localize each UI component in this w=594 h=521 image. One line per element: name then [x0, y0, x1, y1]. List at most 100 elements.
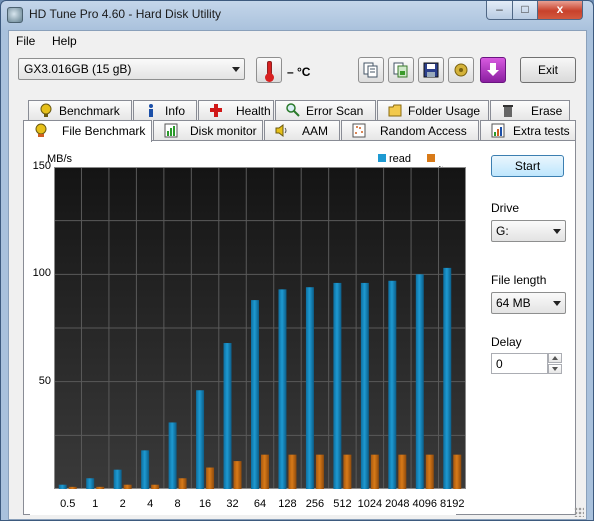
x-tick-label: 8 [174, 498, 181, 510]
bar-read [360, 282, 369, 489]
temperature-button[interactable] [256, 57, 282, 83]
close-button[interactable]: x [537, 1, 583, 20]
delay-input[interactable]: 0 [491, 353, 548, 374]
tab-health[interactable]: Health [198, 100, 274, 120]
bar-write [288, 454, 297, 489]
tab-benchmark-label: Benchmark [59, 104, 120, 118]
download-button[interactable] [480, 57, 506, 83]
bar-read [58, 484, 67, 489]
minimize-button[interactable]: – [486, 1, 513, 20]
bar-write [96, 486, 105, 489]
start-button[interactable]: Start [491, 155, 564, 177]
delay-decrement-button[interactable] [548, 364, 562, 374]
legend-read: read [378, 153, 411, 165]
x-tick-label: 512 [333, 498, 352, 510]
tab-info[interactable]: Info [133, 100, 197, 120]
file-length-label: File length [491, 273, 547, 287]
bar-write [425, 454, 434, 489]
client-area: File Help GX3.016GB (15 gB) – °C Exit Be… [8, 30, 587, 520]
delay-increment-button[interactable] [548, 353, 562, 363]
bar-read [278, 289, 287, 489]
extra-tests-icon [491, 123, 505, 138]
legend-write-swatch [427, 154, 435, 162]
tab-extra-tests-label: Extra tests [513, 124, 570, 138]
x-tick-label: 128 [278, 498, 297, 510]
menu-help[interactable]: Help [52, 34, 77, 48]
erase-icon [503, 105, 513, 117]
bar-read [415, 274, 424, 489]
tab-error-scan[interactable]: Error Scan [275, 100, 376, 120]
bar-read [251, 300, 259, 489]
aam-icon [275, 124, 287, 137]
bar-read [141, 450, 150, 489]
tab-health-label: Health [236, 104, 271, 118]
temperature-readout: – °C [287, 65, 311, 79]
options-button[interactable] [448, 57, 474, 83]
file-benchmark-icon [35, 123, 47, 137]
tab-disk-monitor[interactable]: Disk monitor [153, 120, 263, 140]
tab-folder-usage[interactable]: Folder Usage [377, 100, 489, 120]
tab-aam[interactable]: AAM [264, 120, 340, 140]
menu-bar: File Help [9, 31, 586, 51]
bar-write [315, 454, 324, 489]
menu-file[interactable]: File [16, 34, 35, 48]
legend-read-label: read [389, 153, 412, 165]
tab-random-access[interactable]: Random Access [341, 120, 479, 140]
thermometer-bulb [265, 73, 274, 82]
tab-file-benchmark[interactable]: File Benchmark [23, 120, 152, 142]
info-icon [149, 104, 153, 117]
tab-erase[interactable]: Erase [490, 100, 570, 120]
x-tick-label: 2048 [385, 498, 410, 510]
title-bar[interactable]: HD Tune Pro 4.60 - Hard Disk Utility – □… [1, 1, 593, 29]
x-tick-label: 4096 [412, 498, 438, 510]
x-tick-label: 1 [92, 498, 99, 510]
bar-read [443, 267, 452, 489]
bar-write [343, 454, 352, 489]
tab-extra-tests[interactable]: Extra tests [480, 120, 576, 140]
x-tick-label: 2 [119, 498, 126, 510]
options-icon [454, 63, 468, 77]
bar-write [206, 467, 215, 489]
toolbar: GX3.016GB (15 gB) – °C Exit [9, 53, 586, 89]
drive-select[interactable]: G: [491, 220, 566, 242]
bar-write [233, 461, 242, 489]
bar-read [196, 390, 205, 489]
tab-info-label: Info [165, 104, 186, 118]
tab-erase-label: Erase [531, 104, 563, 118]
maximize-button[interactable]: □ [512, 1, 538, 20]
bar-write [123, 484, 132, 489]
x-tick-label: 16 [198, 498, 212, 510]
x-tick-label: 8192 [440, 498, 465, 510]
drive-select-value: G: [496, 224, 509, 238]
x-tick-label: 32 [226, 498, 239, 510]
copy-screenshot-button[interactable] [388, 57, 414, 83]
bar-write [370, 454, 379, 489]
file-length-select[interactable]: 64 MB [491, 292, 566, 314]
app-window: HD Tune Pro 4.60 - Hard Disk Utility – □… [0, 0, 594, 521]
drive-dropdown-value: GX3.016GB (15 gB) [24, 62, 132, 76]
drive-dropdown[interactable]: GX3.016GB (15 gB) [18, 58, 245, 80]
chevron-down-icon [232, 67, 240, 72]
chart-area: MB/s read write 50100150 0.5124816326412… [30, 141, 466, 515]
save-button[interactable] [418, 57, 444, 83]
folder-icon [388, 104, 402, 117]
legend-read-swatch [378, 154, 386, 162]
bar-write [151, 484, 160, 489]
x-tick-label: 256 [305, 498, 325, 510]
delay-label: Delay [491, 335, 522, 349]
resize-grip[interactable] [574, 507, 584, 517]
benchmark-icon [40, 103, 52, 117]
x-tick-label: 4 [147, 498, 154, 510]
exit-button[interactable]: Exit [520, 57, 576, 83]
error-scan-icon [286, 103, 300, 117]
y-tick-label: 50 [38, 374, 51, 387]
settings-column: Start Drive G: File length 64 MB Delay 0 [464, 141, 574, 511]
copy-text-button[interactable] [358, 57, 384, 83]
tab-benchmark[interactable]: Benchmark [28, 100, 132, 120]
bar-read [113, 469, 122, 489]
file-length-select-value: 64 MB [496, 296, 531, 310]
chevron-down-icon [553, 229, 561, 234]
bar-write [178, 478, 187, 489]
bar-read [223, 343, 232, 489]
bar-write [398, 454, 407, 489]
